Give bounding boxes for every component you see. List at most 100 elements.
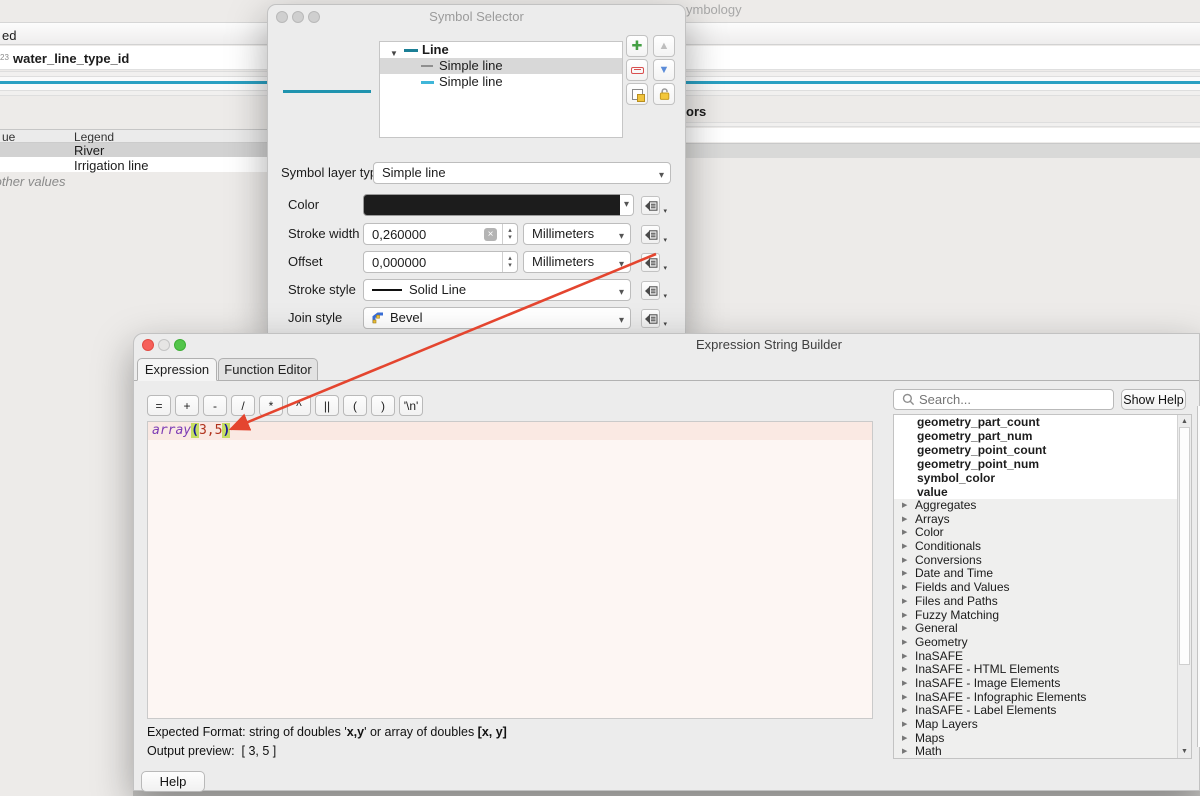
caret-right-icon[interactable]: ▶ bbox=[902, 540, 907, 554]
function-item[interactable]: geometry_part_num bbox=[894, 429, 1177, 443]
stroke-style-select[interactable]: Solid Line ▾ bbox=[363, 279, 631, 301]
function-group-item[interactable]: ▶InaSAFE bbox=[894, 650, 1177, 664]
function-group-item[interactable]: ▶Date and Time bbox=[894, 567, 1177, 581]
operator-button[interactable]: ) bbox=[371, 395, 395, 416]
function-search-input[interactable] bbox=[919, 392, 1099, 407]
override-menu-arrow-icon[interactable]: ▾ bbox=[663, 236, 667, 244]
function-item[interactable]: symbol_color bbox=[894, 471, 1177, 485]
expression-builder-titlebar[interactable]: Expression String Builder bbox=[134, 334, 1199, 356]
function-group-item[interactable]: ▶Files and Paths bbox=[894, 595, 1177, 609]
stroke-style-data-defined-override-button[interactable] bbox=[641, 281, 660, 300]
offset-unit-select[interactable]: Millimeters ▾ bbox=[523, 251, 631, 273]
tab-function-editor[interactable]: Function Editor bbox=[218, 358, 318, 381]
minimize-icon[interactable] bbox=[158, 339, 170, 351]
function-group-item[interactable]: ▶Geometry bbox=[894, 636, 1177, 650]
join-style-data-defined-override-button[interactable] bbox=[641, 309, 660, 328]
close-icon[interactable] bbox=[142, 339, 154, 351]
operator-button[interactable]: + bbox=[175, 395, 199, 416]
function-group-item[interactable]: ▶Fuzzy Matching bbox=[894, 609, 1177, 623]
caret-right-icon[interactable]: ▶ bbox=[902, 513, 907, 527]
caret-right-icon[interactable]: ▶ bbox=[902, 636, 907, 650]
override-menu-arrow-icon[interactable]: ▾ bbox=[663, 264, 667, 272]
function-list-scrollbar[interactable]: ▲ ▼ bbox=[1177, 415, 1191, 758]
override-menu-arrow-icon[interactable]: ▾ bbox=[663, 207, 667, 215]
spin-up-icon[interactable]: ▴ bbox=[508, 227, 512, 234]
maximize-icon[interactable] bbox=[308, 11, 320, 23]
caret-right-icon[interactable]: ▶ bbox=[902, 704, 907, 718]
bg-row-river[interactable] bbox=[0, 143, 270, 157]
function-group-item[interactable]: ▶Conversions bbox=[894, 554, 1177, 568]
offset-stepper[interactable]: ▴▾ bbox=[502, 252, 517, 272]
function-group-item[interactable]: ▶Color bbox=[894, 526, 1177, 540]
color-dropdown-button[interactable]: ▾ bbox=[620, 194, 634, 216]
clear-value-icon[interactable]: × bbox=[484, 228, 497, 241]
function-group-item[interactable]: ▶Math bbox=[894, 745, 1177, 759]
move-up-button[interactable]: ▲ bbox=[653, 35, 675, 57]
offset-input[interactable]: 0,000000 ▴▾ bbox=[363, 251, 518, 273]
stroke-width-unit-select[interactable]: Millimeters ▾ bbox=[523, 223, 631, 245]
close-icon[interactable] bbox=[276, 11, 288, 23]
operator-button[interactable]: '\n' bbox=[399, 395, 423, 416]
minimize-icon[interactable] bbox=[292, 11, 304, 23]
caret-right-icon[interactable]: ▶ bbox=[902, 567, 907, 581]
operator-button[interactable]: = bbox=[147, 395, 171, 416]
remove-symbol-layer-button[interactable] bbox=[626, 59, 648, 81]
stroke-width-data-defined-override-button[interactable] bbox=[641, 225, 660, 244]
caret-right-icon[interactable]: ▶ bbox=[902, 650, 907, 664]
caret-right-icon[interactable]: ▶ bbox=[902, 581, 907, 595]
spin-down-icon[interactable]: ▾ bbox=[508, 234, 512, 241]
function-item[interactable]: geometry_part_count bbox=[894, 415, 1177, 429]
spin-down-icon[interactable]: ▾ bbox=[508, 262, 512, 269]
scrollbar-thumb[interactable] bbox=[1179, 427, 1190, 665]
caret-right-icon[interactable]: ▶ bbox=[902, 622, 907, 636]
function-list[interactable]: geometry_part_countgeometry_part_numgeom… bbox=[893, 414, 1192, 759]
function-group-item[interactable]: ▶Maps bbox=[894, 732, 1177, 746]
symbol-layer-tree[interactable]: ▼ Line Simple line Simple line bbox=[379, 41, 623, 138]
show-help-button[interactable]: Show Help bbox=[1121, 389, 1186, 410]
caret-right-icon[interactable]: ▶ bbox=[902, 732, 907, 746]
caret-right-icon[interactable]: ▶ bbox=[902, 718, 907, 732]
offset-data-defined-override-button[interactable] bbox=[641, 253, 660, 272]
function-group-item[interactable]: ▶Fields and Values bbox=[894, 581, 1177, 595]
operator-button[interactable]: || bbox=[315, 395, 339, 416]
function-group-item[interactable]: ▶InaSAFE - HTML Elements bbox=[894, 663, 1177, 677]
scroll-down-icon[interactable]: ▼ bbox=[1178, 748, 1191, 755]
symbol-selector-titlebar[interactable]: Symbol Selector bbox=[268, 5, 685, 29]
maximize-icon[interactable] bbox=[174, 339, 186, 351]
color-data-defined-override-button[interactable] bbox=[641, 196, 660, 215]
caret-right-icon[interactable]: ▶ bbox=[902, 677, 907, 691]
caret-right-icon[interactable]: ▶ bbox=[902, 499, 907, 513]
function-group-item[interactable]: ▶Arrays bbox=[894, 513, 1177, 527]
spin-up-icon[interactable]: ▴ bbox=[508, 255, 512, 262]
stroke-width-stepper[interactable]: ▴▾ bbox=[502, 224, 517, 244]
duplicate-button[interactable] bbox=[626, 83, 648, 105]
stroke-width-input[interactable]: 0,260000 × ▴▾ bbox=[363, 223, 518, 245]
function-group-item[interactable]: ▶Conditionals bbox=[894, 540, 1177, 554]
override-menu-arrow-icon[interactable]: ▾ bbox=[663, 320, 667, 328]
operator-button[interactable]: * bbox=[259, 395, 283, 416]
operator-button[interactable]: ^ bbox=[287, 395, 311, 416]
expression-editor[interactable]: array(3,5) bbox=[147, 421, 873, 719]
function-group-item[interactable]: ▶General bbox=[894, 622, 1177, 636]
caret-right-icon[interactable]: ▶ bbox=[902, 609, 907, 623]
operator-button[interactable]: - bbox=[203, 395, 227, 416]
add-symbol-layer-button[interactable]: ✚ bbox=[626, 35, 648, 57]
tree-item-simple-line-2[interactable]: Simple line bbox=[380, 74, 622, 90]
tree-item-line[interactable]: ▼ Line bbox=[380, 42, 622, 58]
function-item[interactable]: geometry_point_count bbox=[894, 443, 1177, 457]
function-group-item[interactable]: ▶Aggregates bbox=[894, 499, 1177, 513]
operator-button[interactable]: ( bbox=[343, 395, 367, 416]
function-item[interactable]: geometry_point_num bbox=[894, 457, 1177, 471]
function-group-item[interactable]: ▶InaSAFE - Label Elements bbox=[894, 704, 1177, 718]
caret-right-icon[interactable]: ▶ bbox=[902, 595, 907, 609]
caret-right-icon[interactable]: ▶ bbox=[902, 526, 907, 540]
tree-item-simple-line-1[interactable]: Simple line bbox=[380, 58, 622, 74]
function-item[interactable]: value bbox=[894, 485, 1177, 499]
function-group-item[interactable]: ▶InaSAFE - Image Elements bbox=[894, 677, 1177, 691]
function-group-item[interactable]: ▶Map Layers bbox=[894, 718, 1177, 732]
function-search-box[interactable] bbox=[893, 389, 1114, 410]
function-group-item[interactable]: ▶InaSAFE - Infographic Elements bbox=[894, 691, 1177, 705]
join-style-select[interactable]: Bevel ▾ bbox=[363, 307, 631, 329]
scroll-up-icon[interactable]: ▲ bbox=[1178, 418, 1191, 425]
color-swatch-button[interactable] bbox=[363, 194, 621, 216]
